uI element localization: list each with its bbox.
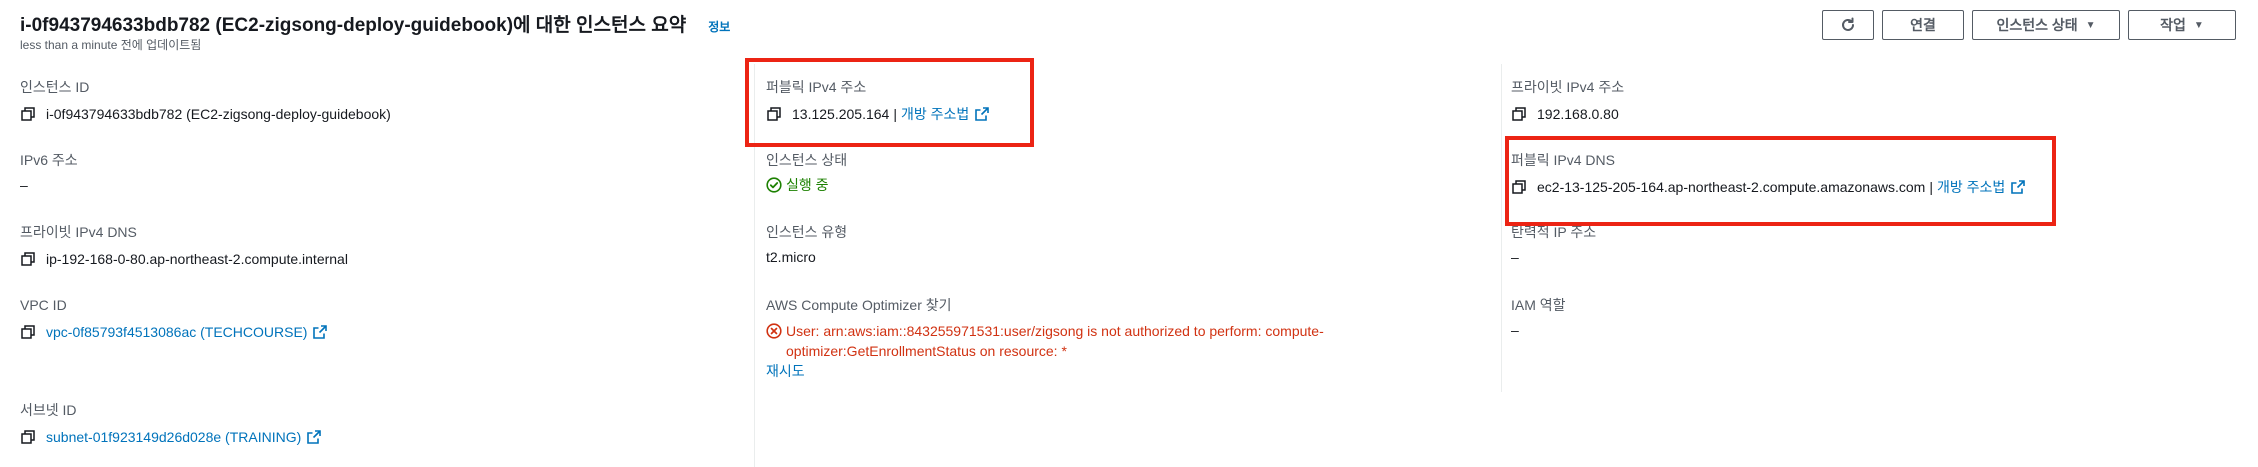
ipv6-label: IPv6 주소 <box>20 152 78 168</box>
ipv6-value: – <box>20 177 28 193</box>
retry-link[interactable]: 재시도 <box>766 361 1366 381</box>
compute-optimizer-field: AWS Compute Optimizer 찾기 User: arn:aws:i… <box>766 296 1366 381</box>
instance-type-label: 인스턴스 유형 <box>766 224 848 240</box>
error-message: User: arn:aws:iam::843255971531:user/zig… <box>786 323 1324 359</box>
compute-optimizer-error: User: arn:aws:iam::843255971531:user/zig… <box>766 321 1366 381</box>
instance-id-label: 인스턴스 ID <box>20 79 90 95</box>
copy-icon[interactable] <box>20 251 36 267</box>
connect-button[interactable]: 연결 <box>1882 10 1964 40</box>
ipv6-field: IPv6 주소 – <box>20 151 78 194</box>
highlight-box-public-ipv4 <box>745 58 1034 147</box>
private-ipv4-label: 프라이빗 IPv4 주소 <box>1511 79 1625 95</box>
private-ipv4-value: 192.168.0.80 <box>1537 106 1619 122</box>
instance-id-value-row: i-0f943794633bdb782 (EC2-zigsong-deploy-… <box>20 105 391 123</box>
external-link-icon[interactable] <box>313 325 328 339</box>
caret-down-icon: ▼ <box>2085 19 2096 31</box>
subnet-id-label: 서브넷 ID <box>20 402 77 418</box>
instance-state-status: 실행 중 <box>766 176 829 194</box>
private-dns-value-row: ip-192-168-0-80.ap-northeast-2.compute.i… <box>20 250 348 268</box>
vpc-id-field: VPC ID vpc-0f85793f4513086ac (TECHCOURSE… <box>20 296 328 341</box>
instance-summary-panel: 인스턴스 ID i-0f943794633bdb782 (EC2-zigsong… <box>0 64 2258 467</box>
private-dns-value: ip-192-168-0-80.ap-northeast-2.compute.i… <box>46 251 348 267</box>
check-circle-icon <box>766 177 782 193</box>
instance-type-field: 인스턴스 유형 t2.micro <box>766 223 847 266</box>
iam-role-label: IAM 역할 <box>1511 297 1566 313</box>
copy-icon[interactable] <box>20 106 36 122</box>
copy-icon[interactable] <box>1511 106 1527 122</box>
instance-id-field: 인스턴스 ID i-0f943794633bdb782 (EC2-zigsong… <box>20 78 391 123</box>
page-title: i-0f943794633bdb782 (EC2-zigsong-deploy-… <box>20 15 687 36</box>
instance-state-field: 인스턴스 상태 실행 중 <box>766 151 847 194</box>
actions-dropdown[interactable]: 작업 ▼ <box>2128 10 2236 40</box>
last-updated-text: less than a minute 전에 업데이트됨 <box>20 38 202 52</box>
instance-type-value: t2.micro <box>766 249 816 265</box>
vpc-id-value-row: vpc-0f85793f4513086ac (TECHCOURSE) <box>20 323 328 341</box>
instance-state-value-row: 실행 중 <box>766 176 847 194</box>
subnet-id-value-row: subnet-01f923149d26d028e (TRAINING) <box>20 428 322 446</box>
highlight-box-public-dns <box>1505 136 2056 226</box>
external-link-icon[interactable] <box>307 430 322 444</box>
elastic-ip-field: 탄력적 IP 주소 – <box>1511 223 1596 266</box>
private-dns-label: 프라이빗 IPv4 DNS <box>20 224 137 240</box>
caret-down-icon: ▼ <box>2193 19 2204 31</box>
connect-button-label: 연결 <box>1910 17 1936 33</box>
copy-icon[interactable] <box>20 324 36 340</box>
copy-icon[interactable] <box>20 429 36 445</box>
subnet-id-field: 서브넷 ID subnet-01f923149d26d028e (TRAININ… <box>20 401 322 446</box>
compute-optimizer-label: AWS Compute Optimizer 찾기 <box>766 297 952 313</box>
instance-id-value: i-0f943794633bdb782 (EC2-zigsong-deploy-… <box>46 106 391 122</box>
subnet-id-link[interactable]: subnet-01f923149d26d028e (TRAINING) <box>46 428 301 446</box>
info-link[interactable]: 정보 <box>708 18 730 35</box>
actions-dropdown-label: 작업 <box>2160 17 2186 33</box>
private-dns-field: 프라이빗 IPv4 DNS ip-192-168-0-80.ap-northea… <box>20 223 348 268</box>
refresh-button[interactable] <box>1822 10 1874 40</box>
iam-role-field: IAM 역할 – <box>1511 296 1566 339</box>
error-message-row: User: arn:aws:iam::843255971531:user/zig… <box>766 321 1366 361</box>
elastic-ip-value: – <box>1511 249 1519 265</box>
instance-state-dropdown-label: 인스턴스 상태 <box>1996 17 2078 33</box>
vpc-id-label: VPC ID <box>20 297 67 313</box>
column-divider <box>1501 64 1502 392</box>
page-header: i-0f943794633bdb782 (EC2-zigsong-deploy-… <box>0 0 2258 65</box>
private-ipv4-value-row: 192.168.0.80 <box>1511 105 1624 123</box>
refresh-icon <box>1842 17 1854 31</box>
instance-state-label: 인스턴스 상태 <box>766 152 848 168</box>
instance-state-value: 실행 중 <box>786 177 829 193</box>
iam-role-value: – <box>1511 322 1519 338</box>
header-actions: 연결 인스턴스 상태 ▼ 작업 ▼ <box>1822 10 2236 40</box>
instance-state-dropdown[interactable]: 인스턴스 상태 ▼ <box>1972 10 2120 40</box>
private-ipv4-field: 프라이빗 IPv4 주소 192.168.0.80 <box>1511 78 1624 123</box>
vpc-id-link[interactable]: vpc-0f85793f4513086ac (TECHCOURSE) <box>46 323 307 341</box>
error-circle-icon <box>766 323 782 339</box>
title-row: i-0f943794633bdb782 (EC2-zigsong-deploy-… <box>20 10 730 37</box>
